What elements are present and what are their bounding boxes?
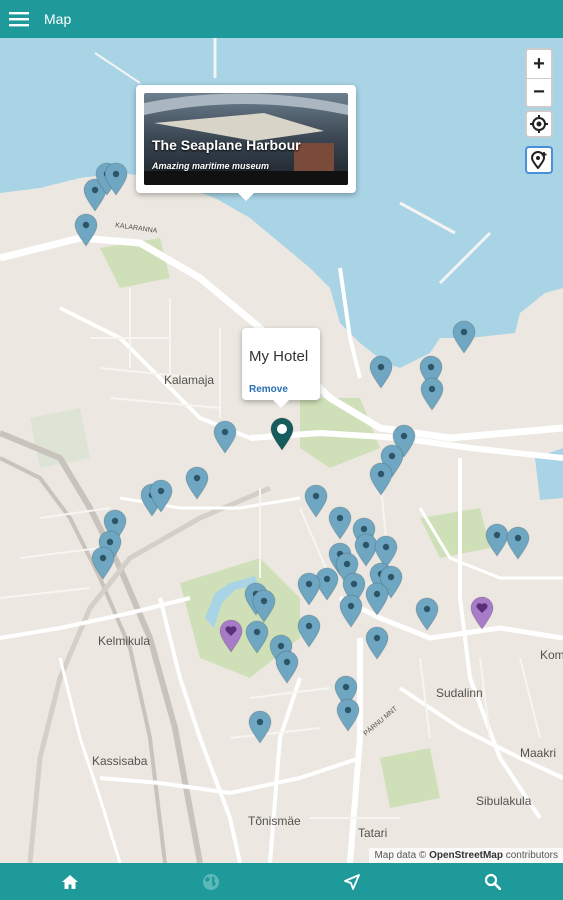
app-bar: Map — [0, 0, 563, 38]
place-marker[interactable] — [248, 710, 272, 744]
hotel-marker[interactable] — [270, 417, 294, 451]
nav-search-button[interactable] — [463, 863, 523, 900]
map-pin-icon — [339, 594, 363, 628]
nav-home-button[interactable] — [40, 863, 100, 900]
hamburger-menu-icon — [9, 12, 29, 27]
place-marker[interactable] — [297, 572, 321, 606]
map-attribution: Map data © OpenStreetMap contributors — [369, 848, 563, 863]
map-pin-icon — [270, 417, 294, 451]
map-pin-icon — [245, 620, 269, 654]
map-pin-icon — [248, 710, 272, 744]
map-pin-icon — [328, 506, 352, 540]
nav-navigate-button[interactable] — [322, 863, 382, 900]
map-pin-icon — [369, 462, 393, 496]
add-place-button[interactable] — [525, 146, 553, 174]
my-hotel-title: My Hotel — [249, 348, 309, 365]
heart-pin-icon — [219, 619, 243, 653]
place-marker[interactable] — [297, 614, 321, 648]
place-marker[interactable] — [369, 355, 393, 389]
zoom-in-button[interactable]: + — [527, 50, 551, 78]
map-pin-icon — [185, 466, 209, 500]
place-marker[interactable] — [506, 526, 530, 560]
place-marker[interactable] — [91, 546, 115, 580]
attribution-source-link[interactable]: OpenStreetMap — [429, 850, 503, 861]
map-pin-icon — [304, 484, 328, 518]
bottom-navigation — [0, 863, 563, 900]
map-pin-icon — [91, 546, 115, 580]
place-marker[interactable] — [420, 377, 444, 411]
zoom-out-button[interactable]: − — [527, 78, 551, 106]
map-pin-icon — [275, 650, 299, 684]
place-marker[interactable] — [452, 320, 476, 354]
globe-icon — [203, 873, 220, 890]
seaplane-harbour-photo: The Seaplane Harbour Amazing maritime mu… — [144, 93, 348, 185]
place-marker[interactable] — [336, 698, 360, 732]
place-marker[interactable] — [415, 597, 439, 631]
map-pin-icon — [415, 597, 439, 631]
place-marker[interactable] — [275, 650, 299, 684]
label-kelmikula: Kelmikula — [98, 634, 151, 648]
map-pin-icon — [365, 626, 389, 660]
place-marker[interactable] — [74, 213, 98, 247]
map-pin-icon — [336, 698, 360, 732]
place-marker[interactable] — [369, 462, 393, 496]
map-pin-icon — [74, 213, 98, 247]
place-marker[interactable] — [328, 506, 352, 540]
label-maakri: Maakri — [520, 746, 557, 760]
place-marker[interactable] — [252, 589, 276, 623]
map-pin-icon — [252, 589, 276, 623]
seaplane-harbour-popup[interactable]: The Seaplane Harbour Amazing maritime mu… — [136, 85, 356, 201]
locate-button[interactable] — [525, 110, 553, 138]
favorite-marker[interactable] — [219, 619, 243, 653]
map-pin-icon — [104, 162, 128, 196]
nav-globe-button[interactable] — [181, 863, 241, 900]
add-location-icon — [530, 151, 547, 169]
seaplane-harbour-title: The Seaplane Harbour — [152, 137, 301, 153]
locate-icon — [530, 115, 548, 133]
label-kassisaba: Kassisaba — [92, 754, 148, 768]
attribution-prefix: Map data © — [374, 850, 427, 861]
place-marker[interactable] — [365, 582, 389, 616]
heart-pin-icon — [470, 596, 494, 630]
map-pin-icon — [420, 377, 444, 411]
zoom-control: + − — [525, 48, 553, 108]
menu-button[interactable] — [0, 0, 38, 38]
label-tonismae: Tõnismäe — [248, 814, 301, 828]
map-pin-icon — [369, 355, 393, 389]
attribution-suffix: contributors — [505, 850, 558, 861]
label-sudalinn: Sudalinn — [436, 686, 483, 700]
my-hotel-popup[interactable]: My Hotel Remove — [242, 328, 320, 408]
map-pin-icon — [297, 614, 321, 648]
remove-hotel-link[interactable]: Remove — [249, 384, 288, 395]
map-view[interactable]: Kalamaja Kelmikula Kassisaba Tõnismäe Ta… — [0, 38, 563, 863]
map-pin-icon — [452, 320, 476, 354]
place-marker[interactable] — [304, 484, 328, 518]
map-pin-icon — [213, 420, 237, 454]
place-marker[interactable] — [365, 626, 389, 660]
place-marker[interactable] — [185, 466, 209, 500]
map-pin-icon — [149, 479, 173, 513]
map-pin-icon — [506, 526, 530, 560]
search-icon — [485, 873, 502, 890]
label-kalamaja: Kalamaja — [164, 373, 215, 387]
favorite-marker[interactable] — [470, 596, 494, 630]
place-marker[interactable] — [245, 620, 269, 654]
place-marker[interactable] — [149, 479, 173, 513]
page-title: Map — [44, 11, 72, 27]
place-marker[interactable] — [213, 420, 237, 454]
place-marker[interactable] — [339, 594, 363, 628]
seaplane-harbour-subtitle: Amazing maritime museum — [152, 161, 270, 171]
label-tatari: Tatari — [358, 826, 388, 840]
place-marker[interactable] — [104, 162, 128, 196]
navigate-icon — [343, 873, 360, 890]
map-pin-icon — [297, 572, 321, 606]
home-icon — [62, 874, 79, 889]
label-kom: Kom — [540, 648, 563, 662]
map-pin-icon — [365, 582, 389, 616]
label-sibulakula: Sibulakula — [476, 794, 532, 808]
